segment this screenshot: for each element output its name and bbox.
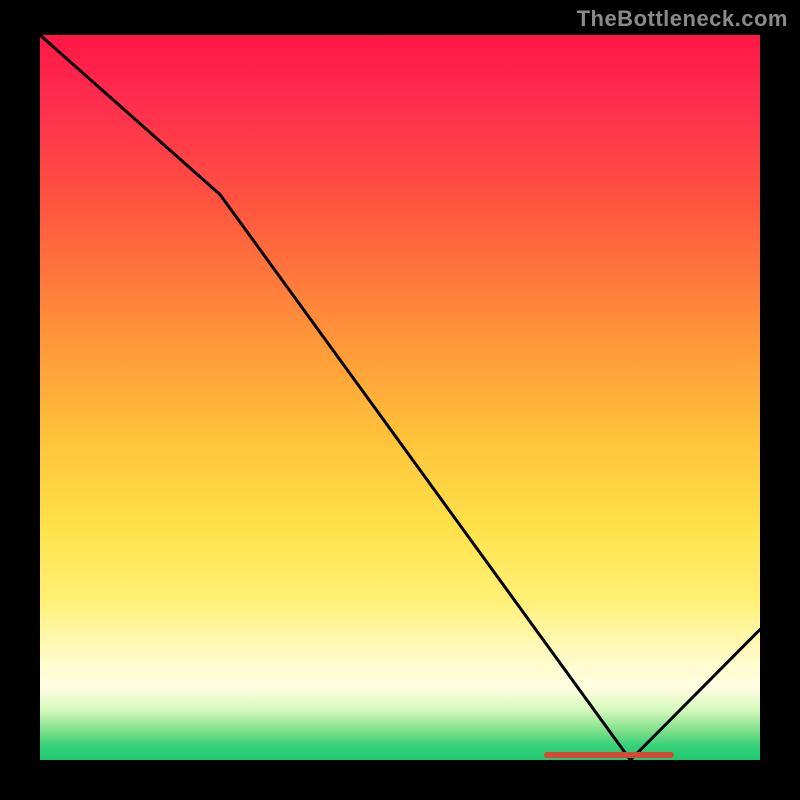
- data-line: [40, 35, 760, 760]
- optimal-marker: [544, 752, 674, 758]
- series-path: [40, 35, 760, 760]
- watermark-text: TheBottleneck.com: [577, 6, 788, 32]
- plot-area: [40, 35, 760, 760]
- chart-frame: TheBottleneck.com: [0, 0, 800, 800]
